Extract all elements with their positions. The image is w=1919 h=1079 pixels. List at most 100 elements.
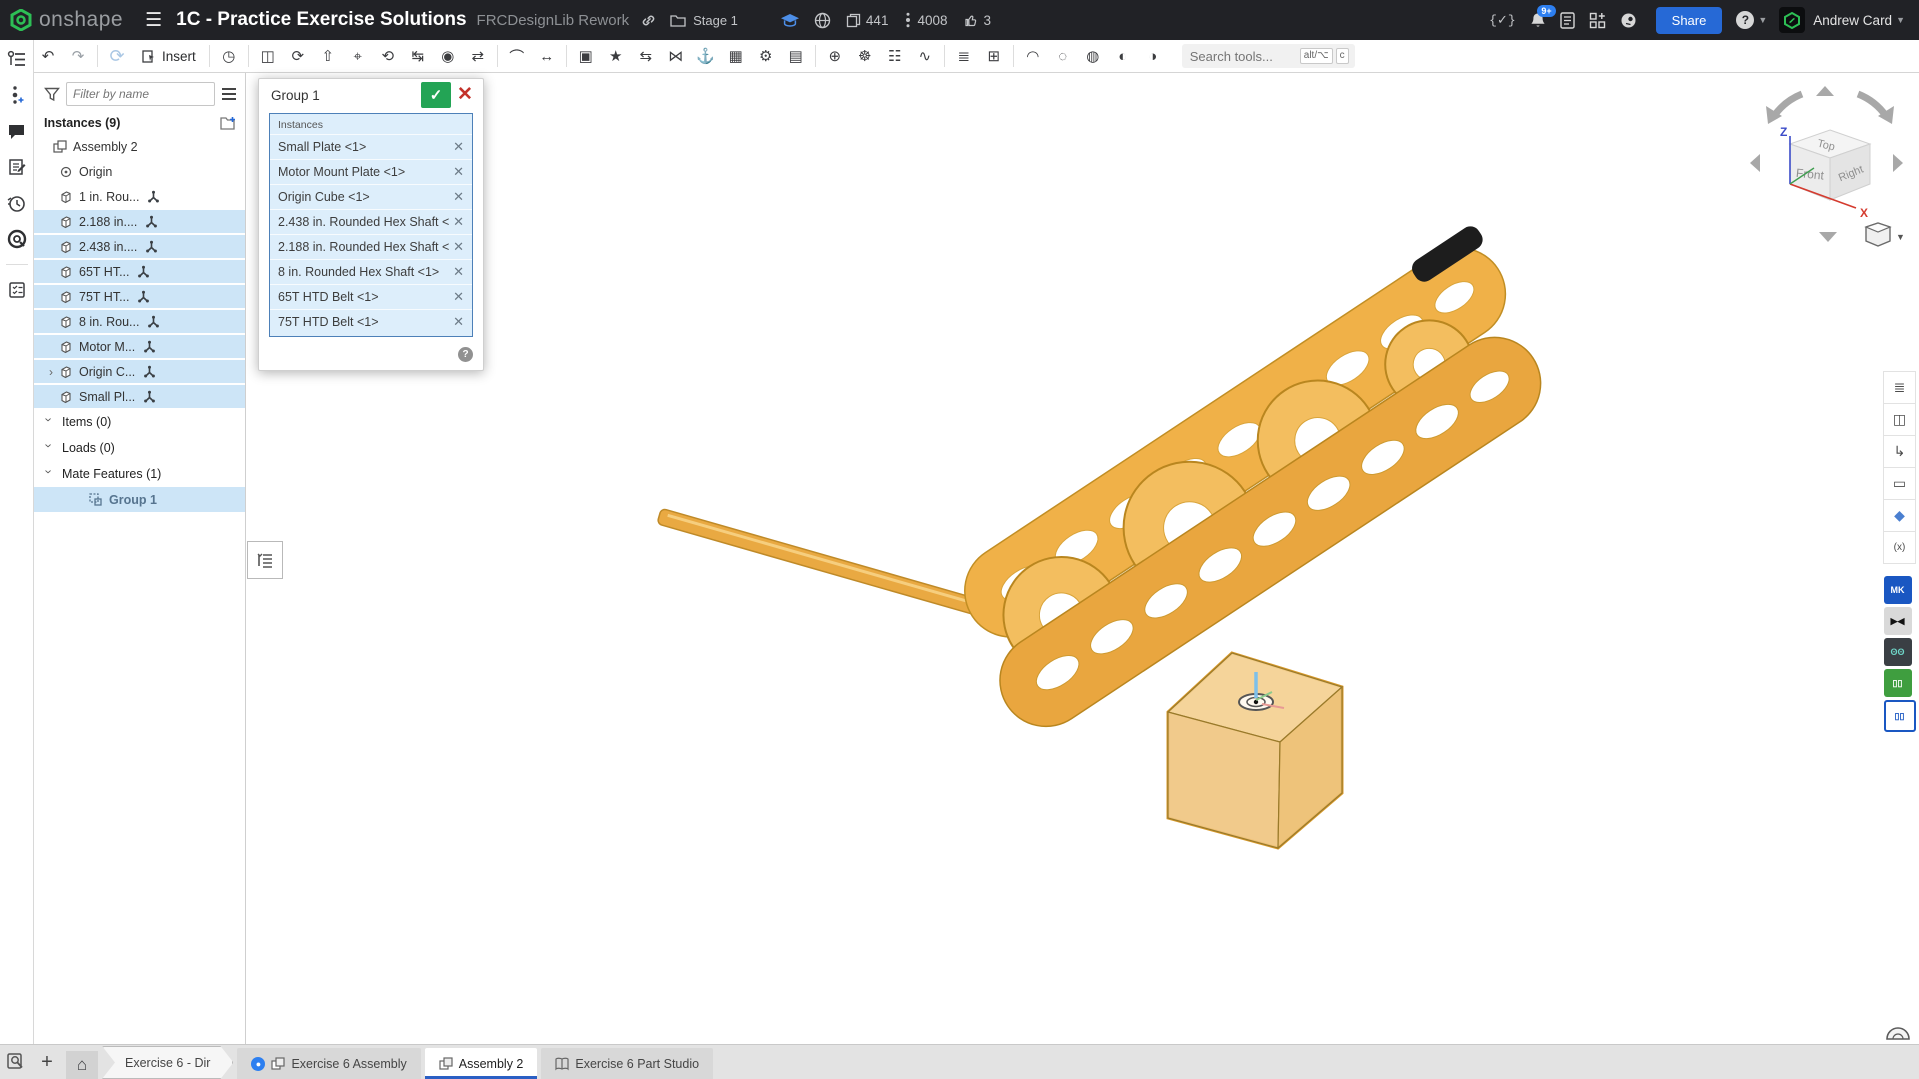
filter-icon[interactable] — [44, 87, 60, 102]
remove-instance-icon[interactable]: ✕ — [449, 139, 464, 155]
tree-item[interactable]: › Assembly 2 — [34, 134, 245, 159]
edit-notes-icon[interactable] — [6, 156, 28, 178]
hex-shaft-part[interactable] — [657, 508, 996, 619]
list-view-icon[interactable] — [221, 87, 237, 101]
fastened-mate-icon[interactable]: ◫ — [253, 43, 283, 69]
notifications-bell-icon[interactable]: 9+ — [1530, 12, 1546, 29]
named-positions-icon[interactable]: ◐ — [1108, 43, 1138, 69]
ai-assistant-icon[interactable] — [1620, 12, 1637, 29]
versions-icon[interactable] — [6, 84, 28, 106]
exploded-view-icon[interactable]: ◌ — [1048, 43, 1078, 69]
feature-pattern-icon[interactable]: ⊕ — [820, 43, 850, 69]
group-icon[interactable]: ▣ — [571, 43, 601, 69]
slider-mate-icon[interactable]: ⇧ — [313, 43, 343, 69]
tree-item[interactable]: › 1 in. Rou... — [34, 184, 245, 209]
redo-icon[interactable]: ↷ — [63, 43, 93, 69]
likes-stat[interactable]: 3 — [964, 13, 992, 28]
green-book-app-icon[interactable]: ▯▯ — [1884, 669, 1912, 697]
snapshot-icon[interactable]: ◍ — [1078, 43, 1108, 69]
confirm-button[interactable]: ✓ — [421, 82, 451, 108]
panel-section-header[interactable]: › Mate Features (1) — [34, 461, 245, 487]
width-mate-icon[interactable]: ↔ — [532, 43, 562, 69]
public-globe-icon[interactable] — [814, 12, 831, 29]
remove-instance-icon[interactable]: ✕ — [449, 289, 464, 305]
link-icon[interactable] — [641, 13, 656, 28]
butterfly-app-icon[interactable]: ▶◀ — [1884, 607, 1912, 635]
rack-relation-icon[interactable]: ☷ — [880, 43, 910, 69]
parallel-mate-icon[interactable]: ⇄ — [463, 43, 493, 69]
dialog-instance-row[interactable]: 8 in. Rounded Hex Shaft <1> ✕ — [270, 259, 472, 284]
tree-item[interactable]: › 2.188 in.... — [34, 209, 245, 234]
tree-item[interactable]: › Origin C... — [34, 359, 245, 384]
mate-connector-icon[interactable] — [143, 365, 156, 378]
named-views-icon[interactable]: ▤ — [781, 43, 811, 69]
element-tab[interactable]: Assembly 2 — [425, 1048, 538, 1079]
remove-instance-icon[interactable]: ✕ — [449, 189, 464, 205]
sync-icon[interactable]: ⟳ — [102, 43, 132, 69]
rotate-ccw-arrow[interactable] — [1774, 94, 1802, 116]
chevron-right-icon[interactable]: › — [44, 365, 58, 379]
dialog-instance-row[interactable]: 75T HTD Belt <1> ✕ — [270, 309, 472, 334]
collapse-panel-button[interactable] — [247, 541, 283, 579]
planar-mate-icon[interactable]: ⌖ — [343, 43, 373, 69]
insert-button[interactable]: Insert — [132, 46, 205, 67]
fix-icon[interactable]: ⚓ — [691, 43, 721, 69]
menu-icon[interactable]: ☰ — [145, 9, 162, 32]
dialog-instance-row[interactable]: 2.438 in. Rounded Hex Shaft <... ✕ — [270, 209, 472, 234]
rotate-cw-arrow[interactable] — [1858, 94, 1886, 116]
code-snippet-icon[interactable]: {✓} — [1489, 13, 1516, 28]
mate-relations-icon[interactable]: ⋈ — [661, 43, 691, 69]
history-icon[interactable] — [6, 192, 28, 214]
display-states-icon[interactable]: ◑ — [1138, 43, 1168, 69]
outline-panel-icon[interactable]: ≣ — [1883, 371, 1916, 404]
apps-grid-icon[interactable] — [1589, 12, 1606, 29]
element-tab[interactable]: Exercise 6 - Dir — [102, 1046, 233, 1079]
pin-slot-mate-icon[interactable]: ↹ — [403, 43, 433, 69]
replace-instance-icon[interactable]: ⇆ — [631, 43, 661, 69]
mate-connector-icon[interactable] — [137, 265, 150, 278]
help-menu[interactable]: ? ▼ — [1736, 11, 1767, 29]
dialog-instance-row[interactable]: Origin Cube <1> ✕ — [270, 184, 472, 209]
tree-item[interactable]: › 65T HT... — [34, 259, 245, 284]
belt-relation-icon[interactable]: ∿ — [910, 43, 940, 69]
derived-part-icon[interactable]: ↳ — [1883, 435, 1916, 468]
rotate-down-arrow[interactable] — [1819, 232, 1837, 242]
workspace-name[interactable]: Stage 1 — [693, 13, 738, 28]
remove-instance-icon[interactable]: ✕ — [449, 164, 464, 180]
mate-connector-icon[interactable] — [137, 290, 150, 303]
search-panel-icon[interactable] — [6, 228, 28, 250]
cancel-button[interactable]: ✕ — [451, 82, 477, 108]
mate-connector-icon[interactable] — [145, 215, 158, 228]
linear-pattern-icon[interactable]: ▦ — [721, 43, 751, 69]
mate-connector-icon[interactable] — [147, 190, 160, 203]
exploded-cube-icon[interactable]: ◫ — [1883, 403, 1916, 436]
filter-input[interactable] — [66, 82, 215, 106]
mate-connector-icon[interactable] — [145, 240, 158, 253]
tree-item[interactable]: › 75T HT... — [34, 284, 245, 309]
tree-item[interactable]: › Origin — [34, 159, 245, 184]
measure-icon[interactable]: ◠ — [1018, 43, 1048, 69]
rotate-right-arrow[interactable] — [1893, 154, 1903, 172]
dialog-instance-row[interactable]: Small Plate <1> ✕ — [270, 134, 472, 159]
custom-tables-icon[interactable] — [6, 279, 28, 301]
mate-icon[interactable]: ◷ — [214, 43, 244, 69]
measure-protractor-icon[interactable] — [1885, 1025, 1911, 1041]
learning-center-icon[interactable] — [780, 13, 800, 28]
search-tools-input[interactable] — [1188, 48, 1297, 65]
dialog-help-icon[interactable]: ? — [458, 347, 473, 362]
folder-icon[interactable] — [670, 14, 686, 27]
assembly-tree-icon[interactable] — [6, 48, 28, 70]
panel-section-header[interactable]: › Loads (0) — [34, 435, 245, 461]
comments-icon[interactable] — [6, 120, 28, 142]
user-menu-chevron-icon[interactable]: ▼ — [1896, 15, 1905, 25]
add-tab-button[interactable]: + — [34, 1045, 60, 1079]
tree-item[interactable]: › 8 in. Rou... — [34, 309, 245, 334]
rotate-up-arrow[interactable] — [1816, 86, 1834, 96]
forks-stat[interactable]: 4008 — [904, 12, 947, 28]
reference-part-icon[interactable]: ▭ — [1883, 467, 1916, 500]
mate-connector-icon[interactable] — [143, 340, 156, 353]
copies-stat[interactable]: 441 — [846, 13, 889, 28]
rotate-left-arrow[interactable] — [1750, 154, 1760, 172]
avatar[interactable] — [1779, 7, 1805, 33]
remove-instance-icon[interactable]: ✕ — [449, 314, 464, 330]
